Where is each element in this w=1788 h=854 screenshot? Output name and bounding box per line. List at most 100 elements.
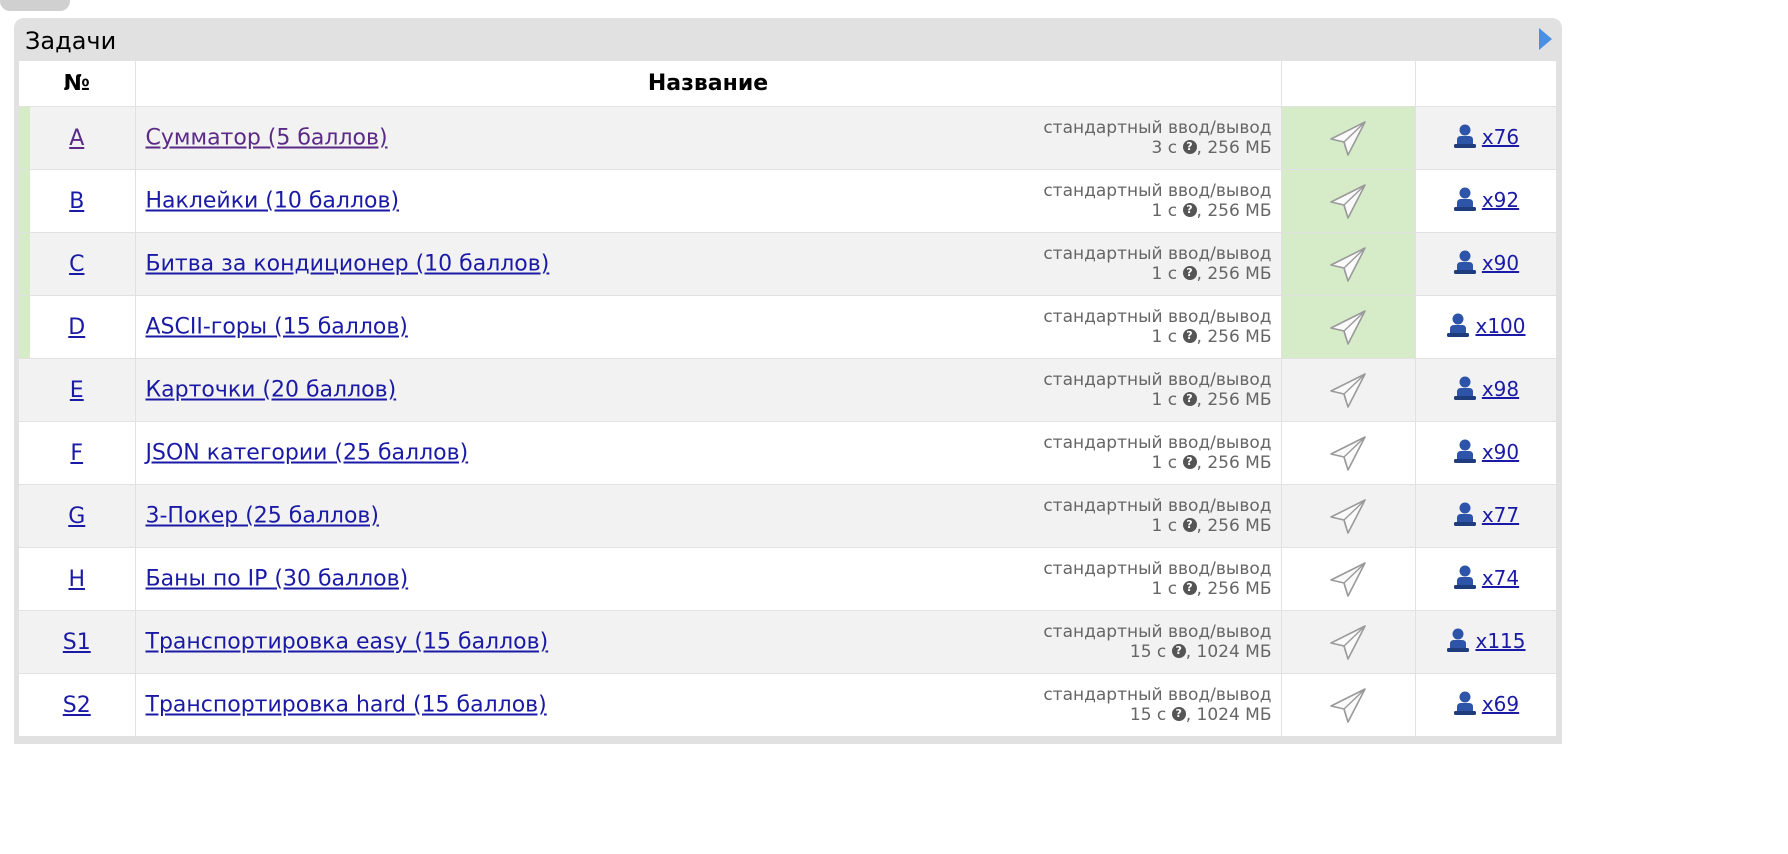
- paper-plane-icon[interactable]: [1329, 182, 1367, 220]
- problem-letter-link[interactable]: G: [68, 504, 85, 529]
- time-limit: 1 с: [1151, 579, 1178, 599]
- question-circle-icon[interactable]: ?: [1182, 581, 1197, 595]
- problem-limits: стандартный ввод/вывод 1 с ?, 256 МБ: [1043, 307, 1271, 347]
- problem-name-cell: ASCII-горы (15 баллов) стандартный ввод/…: [135, 295, 1282, 359]
- submit-cell: [1281, 106, 1416, 170]
- paper-plane-icon[interactable]: [1329, 371, 1367, 409]
- time-memory-text: 3 с ?, 256 МБ: [1151, 138, 1272, 158]
- problem-limits: стандартный ввод/вывод 1 с ?, 256 МБ: [1043, 244, 1271, 284]
- time-memory-text: 1 с ?, 256 МБ: [1151, 201, 1272, 221]
- solvers-link[interactable]: x69: [1452, 690, 1519, 716]
- problem-name-link[interactable]: 3-Покер (25 баллов): [146, 504, 379, 529]
- question-circle-icon[interactable]: ?: [1182, 455, 1197, 469]
- problem-name-link[interactable]: Наклейки (10 баллов): [146, 189, 400, 214]
- paper-plane-icon[interactable]: [1329, 560, 1367, 598]
- paper-plane-icon[interactable]: [1329, 119, 1367, 157]
- question-circle-icon[interactable]: ?: [1171, 707, 1186, 721]
- problem-letter-link[interactable]: S2: [63, 693, 91, 718]
- memory-limit: 256 МБ: [1207, 579, 1272, 599]
- io-mode-text: стандартный ввод/вывод: [1043, 433, 1272, 453]
- triangle-right-icon[interactable]: [1539, 28, 1552, 50]
- submit-cell: [1281, 358, 1416, 422]
- problem-letter-link[interactable]: C: [69, 252, 84, 277]
- solvers-link[interactable]: x100: [1445, 312, 1526, 338]
- column-header-solvers: [1415, 61, 1557, 107]
- problem-letter-link[interactable]: S1: [63, 630, 91, 655]
- problems-panel: Задачи № Название A Сумматор (5 баллов) …: [14, 18, 1562, 744]
- solvers-cell: x90: [1415, 421, 1557, 485]
- paper-plane-icon[interactable]: [1329, 245, 1367, 283]
- paper-plane-icon[interactable]: [1329, 686, 1367, 724]
- problem-letter-link[interactable]: E: [70, 378, 84, 403]
- question-circle-icon[interactable]: ?: [1182, 203, 1197, 217]
- question-circle-icon[interactable]: ?: [1182, 329, 1197, 343]
- solvers-link[interactable]: x115: [1445, 627, 1526, 653]
- problem-letter-cell: H: [19, 547, 136, 611]
- submit-cell: [1281, 484, 1416, 548]
- solvers-count: x74: [1481, 566, 1520, 590]
- problem-name-link[interactable]: Карточки (20 баллов): [146, 378, 397, 403]
- solvers-link[interactable]: x92: [1452, 186, 1519, 212]
- problem-name-cell: 3-Покер (25 баллов) стандартный ввод/выв…: [135, 484, 1282, 548]
- io-mode-text: стандартный ввод/вывод: [1043, 622, 1272, 642]
- table-row: S2 Транспортировка hard (15 баллов) стан…: [19, 673, 1557, 737]
- question-circle-icon[interactable]: ?: [1182, 266, 1197, 280]
- problem-letter-cell: G: [19, 484, 136, 548]
- paper-plane-icon[interactable]: [1329, 308, 1367, 346]
- problem-name-link[interactable]: Баны по IP (30 баллов): [146, 567, 409, 592]
- column-header-name: Название: [135, 61, 1282, 107]
- io-mode-text: стандартный ввод/вывод: [1043, 181, 1272, 201]
- problem-letter-link[interactable]: B: [69, 189, 84, 214]
- solvers-link[interactable]: x90: [1452, 438, 1519, 464]
- time-memory-text: 15 с ?, 1024 МБ: [1129, 642, 1272, 662]
- submit-cell: [1281, 169, 1416, 233]
- problem-letter-link[interactable]: D: [68, 315, 85, 340]
- problem-name-link[interactable]: Битва за кондиционер (10 баллов): [146, 252, 550, 277]
- problem-name-cell: Сумматор (5 баллов) стандартный ввод/выв…: [135, 106, 1282, 170]
- solvers-count: x76: [1481, 125, 1520, 149]
- solvers-link[interactable]: x98: [1452, 375, 1519, 401]
- time-limit: 1 с: [1151, 327, 1178, 347]
- memory-limit: 1024 МБ: [1196, 642, 1272, 662]
- problem-limits: стандартный ввод/вывод 15 с ?, 1024 МБ: [1043, 622, 1271, 662]
- paper-plane-icon[interactable]: [1329, 497, 1367, 535]
- solvers-link[interactable]: x90: [1452, 249, 1519, 275]
- user-icon: [1453, 565, 1476, 589]
- column-header-number: №: [19, 61, 136, 107]
- problem-name-link[interactable]: Сумматор (5 баллов): [146, 126, 388, 151]
- problem-limits: стандартный ввод/вывод 1 с ?, 256 МБ: [1043, 433, 1271, 473]
- user-icon: [1453, 250, 1476, 274]
- top-tab[interactable]: [0, 0, 70, 11]
- question-circle-icon[interactable]: ?: [1182, 392, 1197, 406]
- question-circle-icon[interactable]: ?: [1182, 140, 1197, 154]
- problem-name-link[interactable]: Транспортировка easy (15 баллов): [146, 630, 549, 655]
- solvers-link[interactable]: x77: [1452, 501, 1519, 527]
- time-limit: 1 с: [1151, 390, 1178, 410]
- solvers-link[interactable]: x76: [1452, 123, 1519, 149]
- paper-plane-icon[interactable]: [1329, 623, 1367, 661]
- problem-letter-cell: B: [19, 169, 136, 233]
- problem-letter-cell: A: [19, 106, 136, 170]
- memory-limit: 256 МБ: [1207, 264, 1272, 284]
- problem-letter-link[interactable]: A: [69, 126, 84, 151]
- user-icon: [1453, 439, 1476, 463]
- question-circle-icon[interactable]: ?: [1171, 644, 1186, 658]
- user-icon: [1453, 124, 1476, 148]
- problem-name-link[interactable]: ASCII-горы (15 баллов): [146, 315, 408, 340]
- time-limit: 3 с: [1151, 138, 1178, 158]
- table-row: D ASCII-горы (15 баллов) стандартный вво…: [19, 295, 1557, 359]
- solvers-link[interactable]: x74: [1452, 564, 1519, 590]
- memory-limit: 256 МБ: [1207, 453, 1272, 473]
- problem-letter-link[interactable]: F: [70, 441, 83, 466]
- paper-plane-icon[interactable]: [1329, 434, 1367, 472]
- problem-name-link[interactable]: Транспортировка hard (15 баллов): [146, 693, 547, 718]
- solvers-count: x115: [1475, 629, 1526, 653]
- submit-cell: [1281, 673, 1416, 737]
- problem-limits: стандартный ввод/вывод 1 с ?, 256 МБ: [1043, 559, 1271, 599]
- io-mode-text: стандартный ввод/вывод: [1043, 118, 1272, 138]
- problem-name-link[interactable]: JSON категории (25 баллов): [146, 441, 469, 466]
- problem-letter-cell: D: [19, 295, 136, 359]
- question-circle-icon[interactable]: ?: [1182, 518, 1197, 532]
- submit-cell: [1281, 547, 1416, 611]
- problem-letter-link[interactable]: H: [68, 567, 85, 592]
